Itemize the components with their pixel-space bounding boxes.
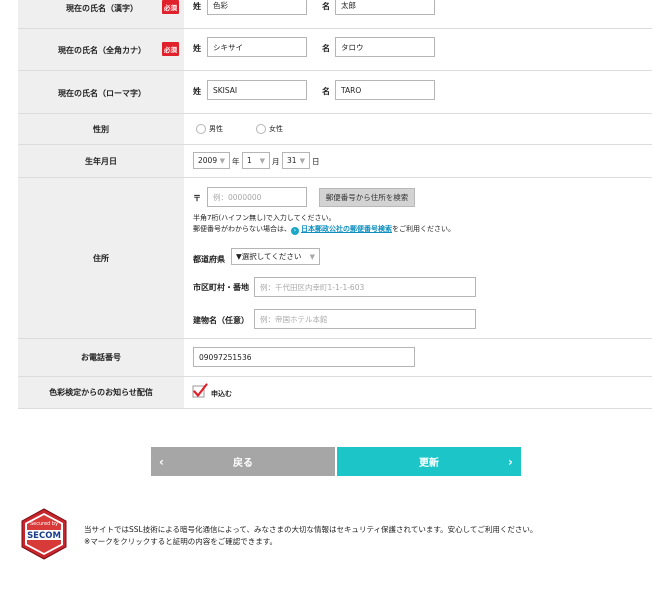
row-body: 姓 SKISAI 名 TARO xyxy=(184,71,652,113)
secom-badge-brand: SECOM xyxy=(27,531,61,541)
postal-search-link[interactable]: 日本郵政公社の郵便番号検索 xyxy=(301,225,392,233)
ssl-notice-line2: ※マークをクリックすると証明の内容をご確認できます。 xyxy=(84,537,278,546)
row-body: 〒 例：0000000 郵便番号から住所を検索 半角7桁(ハイフン無し)で入力し… xyxy=(184,178,652,338)
row-header: 現在の氏名（全角カナ） 必須 xyxy=(18,29,184,70)
mei-label: 名 xyxy=(322,2,330,11)
back-button[interactable]: ‹ 戻る xyxy=(151,447,335,476)
birth-day-value: 31 xyxy=(287,156,297,165)
birth-month-select[interactable]: 1 ▼ xyxy=(242,152,270,169)
name-kana-label: 現在の氏名（全角カナ） xyxy=(58,46,146,55)
checkmark-icon xyxy=(192,383,208,398)
row-phone: お電話番号 09097251536 xyxy=(18,339,652,377)
zip-mark: 〒 xyxy=(193,194,201,203)
row-name-kana: 現在の氏名（全角カナ） 必須 姓 シキサイ 名 タロウ xyxy=(18,29,652,71)
row-address: 住所 〒 例：0000000 郵便番号から住所を検索 半角7桁(ハイフン無し)で… xyxy=(18,178,652,339)
gender-female-label: 女性 xyxy=(269,125,283,133)
zip-note-line2: 郵便番号がわからない場合は、 › 日本郵政公社の郵便番号検索をご利用ください。 xyxy=(193,224,455,235)
phone-input[interactable]: 09097251536 xyxy=(193,347,415,367)
name-roman-sei-input[interactable]: SKISAI xyxy=(207,80,307,100)
city-input[interactable]: 例：千代田区内幸町1-1-1-603 xyxy=(254,277,476,297)
chevron-right-icon: › xyxy=(508,454,513,469)
zip-search-button[interactable]: 郵便番号から住所を検索 xyxy=(319,188,415,207)
chevron-down-icon: ▼ xyxy=(259,156,265,165)
pref-label: 都道府県 xyxy=(193,255,225,264)
mei-label: 名 xyxy=(322,44,330,53)
name-roman-mei-input[interactable]: TARO xyxy=(335,80,435,100)
name-kanji-sei-input[interactable]: 色彩 xyxy=(207,0,307,15)
name-roman-label: 現在の氏名（ローマ字） xyxy=(58,89,146,98)
pref-select[interactable]: ▼選択してください ▼ xyxy=(231,248,320,265)
building-label: 建物名（任意） xyxy=(193,316,249,325)
phone-label: お電話番号 xyxy=(18,339,184,376)
birth-day-select[interactable]: 31 ▼ xyxy=(282,152,310,169)
ssl-notice: 当サイトではSSL技術による暗号化通信によって、みなさまの大切な情報はセキュリテ… xyxy=(84,524,537,548)
row-name-kanji: 現在の氏名（漢字） 必須 姓 色彩 名 太郎 xyxy=(18,0,652,29)
name-kanji-mei-input[interactable]: 太郎 xyxy=(335,0,435,15)
month-unit: 月 xyxy=(272,157,280,166)
row-body: 姓 色彩 名 太郎 xyxy=(184,0,652,28)
zip-note-prefix: 郵便番号がわからない場合は、 xyxy=(193,225,291,233)
gender-male-radio[interactable] xyxy=(196,124,206,134)
row-body: 申込む xyxy=(184,377,652,408)
update-button-label: 更新 xyxy=(419,458,439,469)
chevron-down-icon: ▼ xyxy=(309,252,315,261)
zip-input[interactable]: 例：0000000 xyxy=(207,187,307,207)
update-button[interactable]: 更新 › xyxy=(337,447,521,476)
secom-badge-top: Secured by xyxy=(30,521,58,527)
newsletter-checkbox[interactable] xyxy=(192,383,208,401)
row-name-roman: 現在の氏名（ローマ字） 姓 SKISAI 名 TARO xyxy=(18,71,652,114)
newsletter-label: 色彩検定からのお知らせ配信 xyxy=(18,377,184,408)
newsletter-checkbox-label: 申込む xyxy=(211,390,232,398)
sei-label: 姓 xyxy=(193,44,201,53)
zip-note: 半角7桁(ハイフン無し)で入力してください。 郵便番号がわからない場合は、 › 日本… xyxy=(193,213,455,235)
birth-month-value: 1 xyxy=(247,156,252,165)
name-kana-sei-input[interactable]: シキサイ xyxy=(207,37,307,57)
row-body: 男性 女性 xyxy=(184,114,652,144)
row-header: 現在の氏名（ローマ字） xyxy=(18,71,184,113)
chevron-left-icon: ‹ xyxy=(159,454,164,469)
row-body: 2009 ▼ 年 1 ▼ 月 31 ▼ 日 xyxy=(184,145,652,177)
back-button-label: 戻る xyxy=(233,458,253,469)
birth-year-value: 2009 xyxy=(198,156,218,165)
year-unit: 年 xyxy=(232,157,240,166)
row-body: 姓 シキサイ 名 タロウ xyxy=(184,29,652,70)
address-label: 住所 xyxy=(18,178,184,338)
row-header: 現在の氏名（漢字） 必須 xyxy=(18,0,184,28)
birthday-label: 生年月日 xyxy=(18,145,184,177)
secom-seal[interactable]: Secured by SECOM xyxy=(18,508,70,560)
required-badge: 必須 xyxy=(162,0,179,14)
name-kanji-label: 現在の氏名（漢字） xyxy=(66,4,138,13)
building-input[interactable]: 例：帝国ホテル本館 xyxy=(254,309,476,329)
ssl-notice-line1: 当サイトではSSL技術による暗号化通信によって、みなさまの大切な情報はセキュリテ… xyxy=(84,525,538,534)
sei-label: 姓 xyxy=(193,2,201,11)
required-badge: 必須 xyxy=(162,42,179,56)
mei-label: 名 xyxy=(322,87,330,96)
gender-female-radio[interactable] xyxy=(256,124,266,134)
row-body: 09097251536 xyxy=(184,339,652,376)
birth-year-select[interactable]: 2009 ▼ xyxy=(193,152,230,169)
pref-value: ▼選択してください xyxy=(236,252,302,261)
link-arrow-icon: › xyxy=(291,227,299,235)
secom-seal-icon: Secured by SECOM xyxy=(21,508,67,560)
row-gender: 性別 男性 女性 xyxy=(18,114,652,145)
gender-male-label: 男性 xyxy=(209,125,223,133)
gender-label: 性別 xyxy=(18,114,184,144)
name-kana-mei-input[interactable]: タロウ xyxy=(335,37,435,57)
day-unit: 日 xyxy=(312,157,320,166)
chevron-down-icon: ▼ xyxy=(299,156,305,165)
row-birthday: 生年月日 2009 ▼ 年 1 ▼ 月 31 ▼ 日 xyxy=(18,145,652,178)
zip-note-suffix: をご利用ください。 xyxy=(392,225,455,233)
sei-label: 姓 xyxy=(193,87,201,96)
city-label: 市区町村・番地 xyxy=(193,283,249,292)
zip-note-line1: 半角7桁(ハイフン無し)で入力してください。 xyxy=(193,214,336,222)
chevron-down-icon: ▼ xyxy=(219,156,225,165)
row-newsletter: 色彩検定からのお知らせ配信 申込む xyxy=(18,377,652,409)
